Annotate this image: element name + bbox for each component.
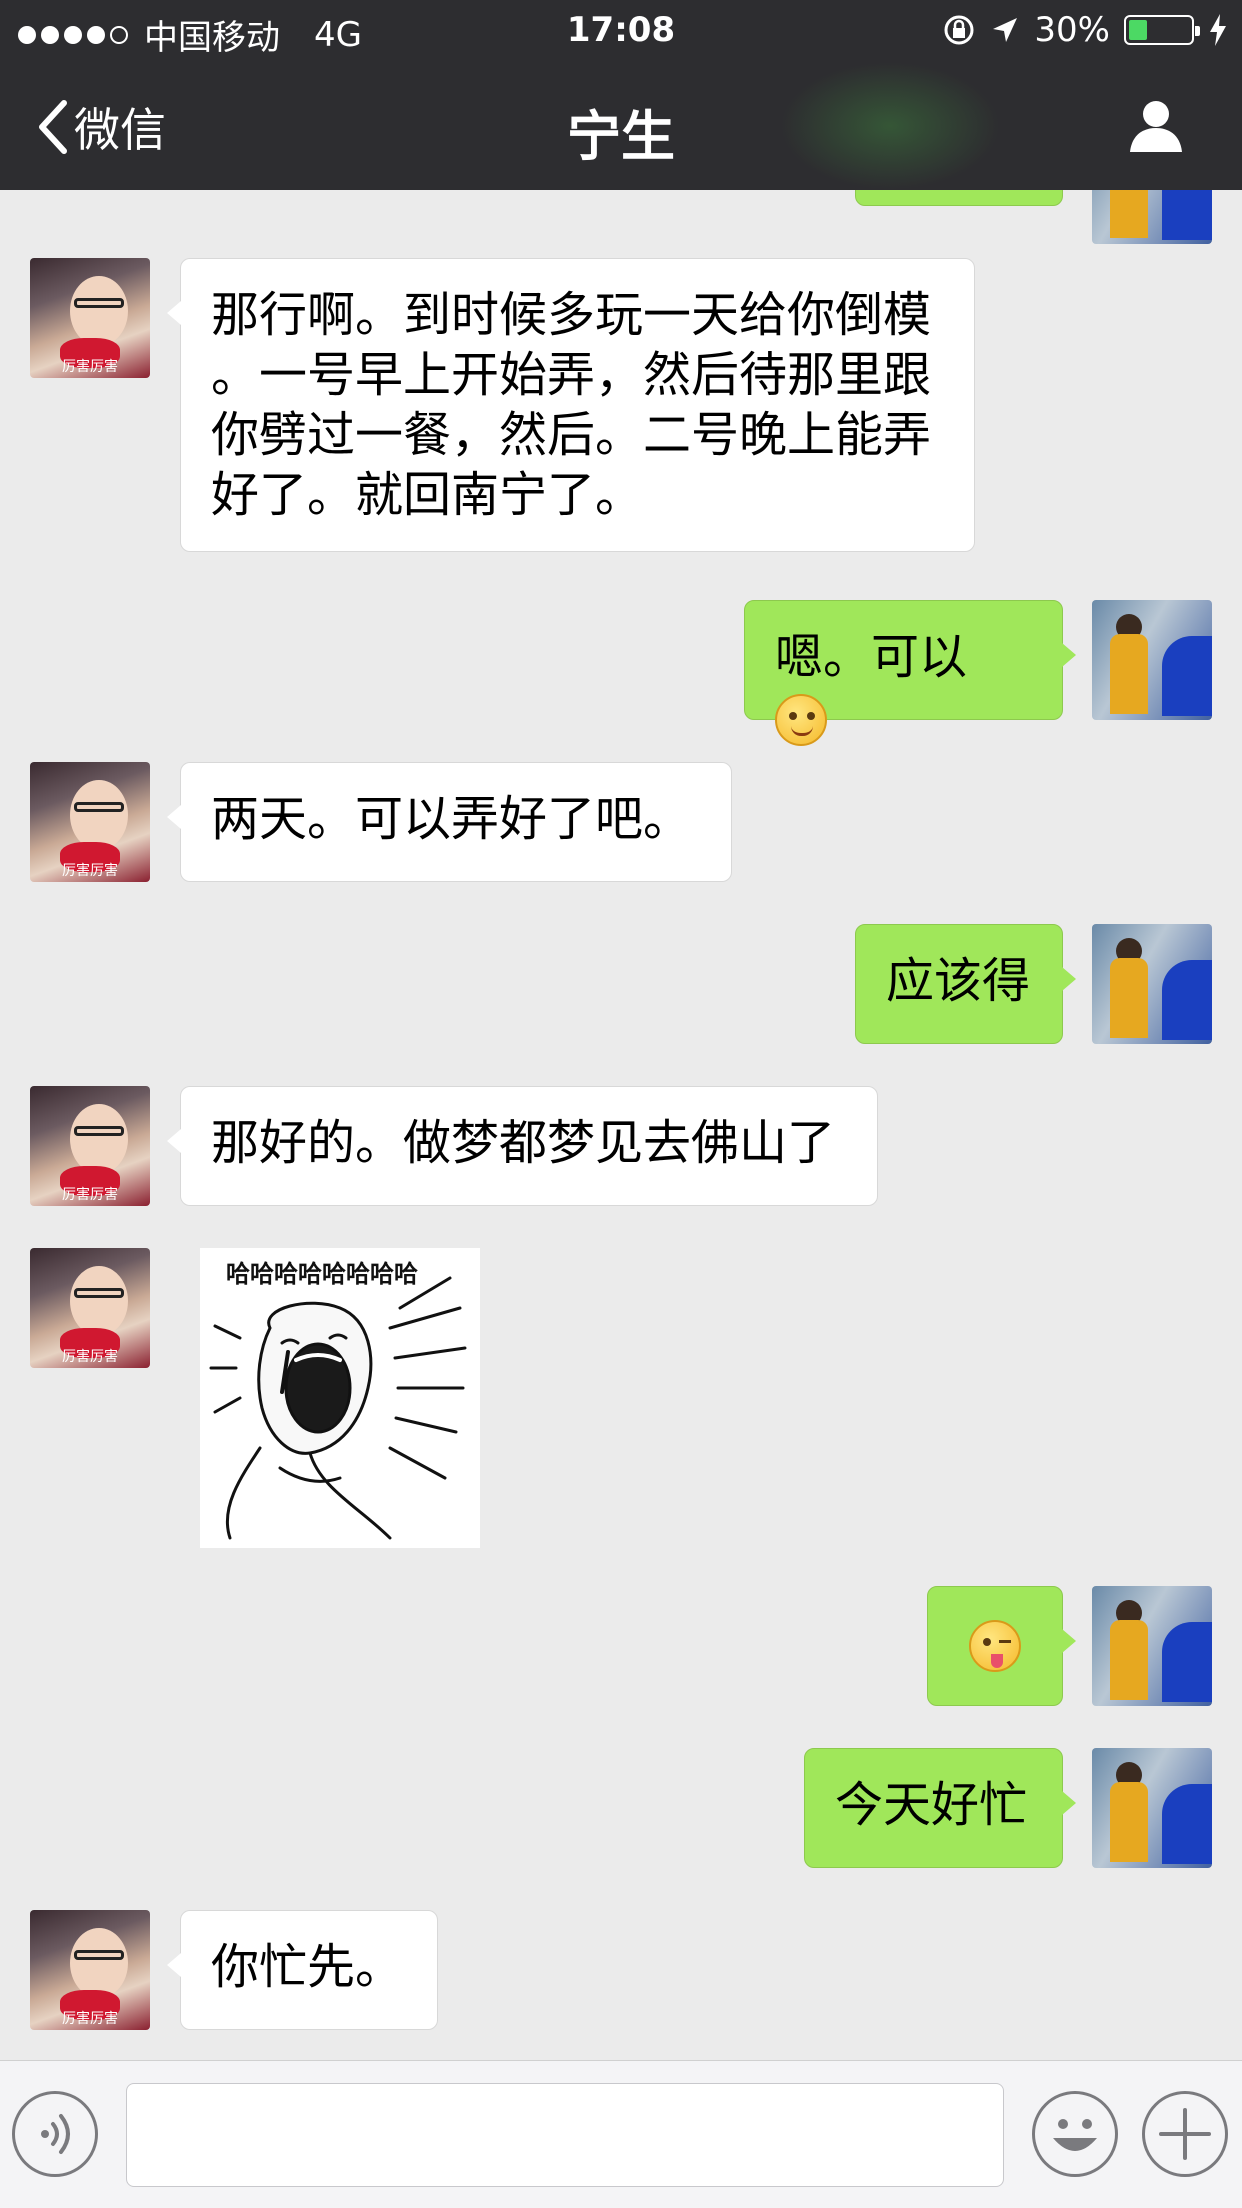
message-bubble-outgoing[interactable]: 嗯。可以 <box>744 600 1076 746</box>
my-avatar[interactable] <box>1092 1748 1212 1868</box>
input-bar <box>0 2060 1242 2208</box>
plus-icon <box>1159 2108 1211 2160</box>
more-options-button[interactable] <box>1142 2091 1228 2177</box>
nav-bar: 微信 宁生 <box>0 62 1242 190</box>
laughing-meme-sticker[interactable]: 哈哈哈哈哈哈哈哈 <box>200 1248 480 1548</box>
chat-title: 宁生 <box>567 105 675 168</box>
my-avatar[interactable] <box>1092 1586 1212 1706</box>
message-bubble-incoming[interactable]: 那行啊。到时候多玩一天给你倒模 。一号早上开始弄，然后待那里跟 你劈过一餐，然后… <box>167 258 975 552</box>
chat-area[interactable]: 厉害厉害 那行啊。到时候多玩一天给你倒模 。一号早上开始弄，然后待那里跟 你劈过… <box>0 190 1242 2060</box>
contact-profile-icon[interactable] <box>1126 96 1186 156</box>
contact-avatar[interactable]: 厉害厉害 <box>30 1086 150 1206</box>
message-bubble-outgoing[interactable]: 应该得 <box>855 924 1076 1044</box>
charging-bolt-icon <box>1210 14 1226 46</box>
status-bar: 中国移动 4G 17:08 30% <box>0 0 1242 62</box>
location-arrow-icon <box>993 18 1018 42</box>
wink-tongue-emoji-icon <box>969 1620 1021 1672</box>
voice-input-button[interactable] <box>12 2091 98 2177</box>
message-bubble-outgoing[interactable] <box>927 1586 1076 1706</box>
message-input[interactable] <box>126 2083 1004 2187</box>
emoji-button[interactable] <box>1032 2091 1118 2177</box>
contact-avatar[interactable]: 厉害厉害 <box>30 1248 150 1368</box>
message-bubble-partial <box>855 190 1063 206</box>
smile-emoji-icon <box>775 694 827 746</box>
battery-icon <box>1124 15 1200 45</box>
smiley-icon <box>1053 2119 1097 2151</box>
message-bubble-outgoing[interactable]: 今天好忙 <box>804 1748 1076 1868</box>
message-bubble-incoming[interactable]: 你忙先。 <box>167 1910 438 2030</box>
laughing-face-icon <box>209 1276 467 1540</box>
contact-avatar[interactable]: 厉害厉害 <box>30 1910 150 2030</box>
rotation-lock-icon <box>944 15 974 45</box>
battery-percent: 30% <box>1034 10 1110 50</box>
contact-avatar[interactable]: 厉害厉害 <box>30 258 150 378</box>
my-avatar[interactable] <box>1092 600 1212 720</box>
my-avatar[interactable] <box>1092 924 1212 1044</box>
voice-icon <box>41 2114 70 2154</box>
message-bubble-incoming[interactable]: 那好的。做梦都梦见去佛山了 <box>167 1086 878 1206</box>
contact-avatar[interactable]: 厉害厉害 <box>30 762 150 882</box>
my-avatar[interactable] <box>1092 190 1212 244</box>
message-bubble-incoming[interactable]: 两天。可以弄好了吧。 <box>167 762 732 882</box>
